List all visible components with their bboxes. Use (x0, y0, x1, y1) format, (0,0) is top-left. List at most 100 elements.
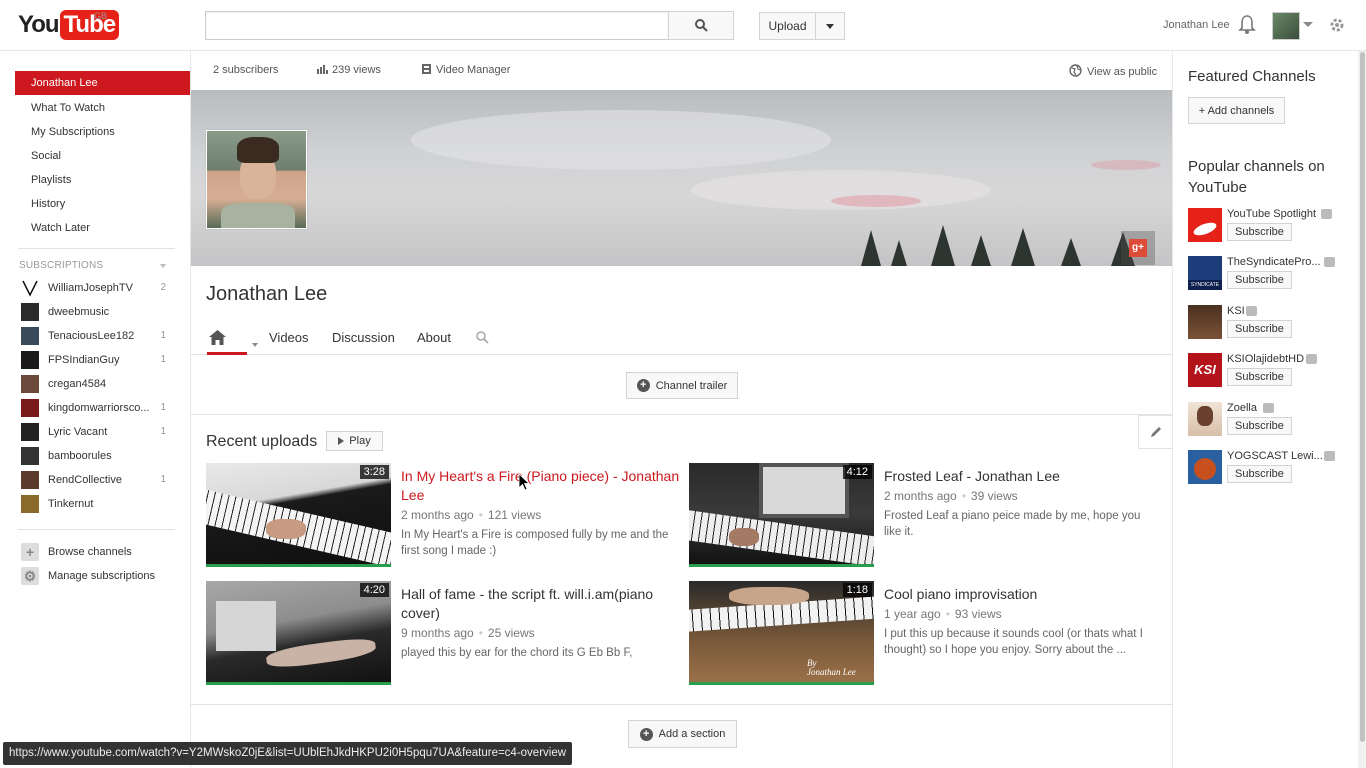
browse-channels-link[interactable]: + Browse channels (21, 543, 181, 561)
popular-channel-name[interactable]: TheSyndicatePro... (1227, 256, 1327, 268)
video-title[interactable]: Frosted Leaf - Jonathan Lee (884, 467, 1164, 486)
channel-thumbnail[interactable]: SYNDICATE (1188, 256, 1222, 290)
channel-avatar[interactable] (206, 130, 307, 229)
guide-item-playlists[interactable]: Playlists (15, 168, 190, 192)
subscription-name: Tinkernut (48, 498, 94, 510)
manage-subscriptions-link[interactable]: ⚙ Manage subscriptions (21, 567, 181, 585)
play-all-button[interactable]: Play (326, 431, 383, 451)
video-thumbnail[interactable]: 3:28 (206, 463, 391, 567)
google-plus-link[interactable]: g+ (1121, 231, 1155, 265)
subscription-item[interactable]: TenaciousLee182 1 (21, 327, 171, 345)
channel-thumbnail[interactable] (1188, 402, 1222, 436)
video-thumbnail[interactable]: By Jonathan Lee 1:18 (689, 581, 874, 685)
video-duration: 4:20 (359, 583, 389, 597)
search-icon[interactable] (476, 331, 489, 344)
subscription-item[interactable]: dweebmusic (21, 303, 171, 321)
guide-item-watch-later[interactable]: Watch Later (15, 216, 190, 240)
channel-thumbnail (21, 423, 39, 441)
subscription-count: 1 (160, 474, 166, 485)
channel-thumbnail[interactable]: KSI (1188, 353, 1222, 387)
video-item[interactable]: 4:12 Frosted Leaf - Jonathan Lee 2 month… (689, 463, 1159, 568)
popular-channel-name[interactable]: YouTube Spotlight (1227, 208, 1327, 220)
video-thumbnail[interactable]: 4:20 (206, 581, 391, 685)
channel-thumbnail[interactable] (1188, 450, 1222, 484)
tab-home[interactable] (207, 328, 258, 355)
chevron-down-icon[interactable] (160, 264, 166, 268)
subscriber-count[interactable]: 2 subscribers (213, 64, 278, 76)
search-button[interactable] (668, 11, 734, 40)
channel-thumbnail[interactable] (1188, 208, 1222, 242)
popular-channel-name[interactable]: KSI (1227, 305, 1327, 317)
verified-icon (1324, 257, 1335, 267)
subscription-item[interactable]: Lyric Vacant 1 (21, 423, 171, 441)
popular-channel-name[interactable]: Zoella (1227, 402, 1327, 414)
subscription-item[interactable]: bamboorules (21, 447, 171, 465)
subscription-item[interactable]: Tinkernut (21, 495, 171, 513)
views-stat[interactable]: 239 views (317, 64, 381, 76)
video-views: 39 views (970, 489, 1018, 503)
subscription-item[interactable]: cregan4584 (21, 375, 171, 393)
subscribe-button[interactable]: Subscribe (1227, 320, 1292, 338)
home-icon (209, 330, 226, 345)
tab-videos[interactable]: Videos (269, 330, 309, 345)
guide-item-what-to-watch[interactable]: What To Watch (15, 96, 190, 120)
view-as-public-link[interactable]: View as public (1069, 64, 1157, 78)
recent-uploads-title[interactable]: Recent uploads (206, 433, 317, 451)
guide-item-my-subscriptions[interactable]: My Subscriptions (15, 120, 190, 144)
subscription-item[interactable]: WilliamJosephTV 2 (21, 279, 171, 297)
subscription-item[interactable]: RendCollective 1 (21, 471, 171, 489)
subscription-name: FPSIndianGuy (48, 354, 120, 366)
guide-item-social[interactable]: Social (15, 144, 190, 168)
subscribe-button[interactable]: Subscribe (1227, 465, 1292, 483)
video-title[interactable]: Cool piano improvisation (884, 585, 1164, 604)
upload-dropdown-button[interactable] (815, 12, 845, 40)
add-section-button[interactable]: + Add a section (628, 720, 737, 748)
popular-channel-name[interactable]: YOGSCAST Lewi... (1227, 450, 1327, 462)
search-input[interactable] (205, 11, 669, 40)
subscription-item[interactable]: FPSIndianGuy 1 (21, 351, 171, 369)
scrollbar-thumb[interactable] (1360, 52, 1365, 742)
edit-section-button[interactable] (1138, 415, 1172, 449)
channel-thumbnail (21, 279, 39, 297)
verified-icon (1324, 451, 1335, 461)
gear-icon[interactable] (1329, 17, 1345, 33)
upload-button[interactable]: Upload (759, 12, 816, 40)
video-item[interactable]: 4:20 Hall of fame - the script ft. will.… (206, 581, 676, 686)
tab-about[interactable]: About (417, 330, 451, 345)
subscribe-button[interactable]: Subscribe (1227, 223, 1292, 241)
channel-thumbnail (21, 375, 39, 393)
tab-discussion[interactable]: Discussion (332, 330, 395, 345)
play-icon (338, 437, 345, 445)
guide-item-my-channel[interactable]: Jonathan Lee (15, 71, 190, 95)
google-plus-icon: g+ (1129, 239, 1147, 257)
subscription-name: bamboorules (48, 450, 112, 462)
subscription-item[interactable]: kingdomwarriorsco... 1 (21, 399, 171, 417)
subscribe-button[interactable]: Subscribe (1227, 368, 1292, 386)
chevron-down-icon[interactable] (1303, 22, 1313, 27)
channel-thumbnail (21, 327, 39, 345)
video-thumbnail[interactable]: 4:12 (689, 463, 874, 567)
video-item[interactable]: 3:28 In My Heart's a Fire (Piano piece) … (206, 463, 679, 568)
video-item[interactable]: By Jonathan Lee 1:18 Cool piano improvisa… (689, 581, 1159, 686)
subscriptions-title[interactable]: SUBSCRIPTIONS (19, 260, 103, 271)
notification-bell-icon[interactable] (1238, 15, 1256, 35)
video-age: 2 months ago (401, 508, 474, 522)
avatar[interactable] (1272, 12, 1300, 40)
video-title[interactable]: Hall of fame - the script ft. will.i.am(… (401, 585, 681, 623)
subscription-name: WilliamJosephTV (48, 282, 133, 294)
add-channels-button[interactable]: + Add channels (1188, 97, 1285, 124)
popular-channel-item: KSI KSIOlajidebtHD Subscribe (1188, 353, 1358, 393)
verified-icon (1321, 209, 1332, 219)
plus-icon: + (21, 543, 39, 561)
video-manager-link[interactable]: Video Manager (422, 64, 510, 76)
user-name[interactable]: Jonathan Lee (1163, 19, 1230, 31)
subscribe-button[interactable]: Subscribe (1227, 417, 1292, 435)
video-manager-icon (422, 64, 431, 74)
video-title[interactable]: In My Heart's a Fire (Piano piece) - Jon… (401, 467, 681, 505)
video-views: 25 views (487, 626, 535, 640)
subscribe-button[interactable]: Subscribe (1227, 271, 1292, 289)
popular-channel-item: SYNDICATE TheSyndicatePro... Subscribe (1188, 256, 1358, 296)
channel-thumbnail[interactable] (1188, 305, 1222, 339)
guide-item-history[interactable]: History (15, 192, 190, 216)
channel-trailer-button[interactable]: + Channel trailer (626, 372, 738, 399)
